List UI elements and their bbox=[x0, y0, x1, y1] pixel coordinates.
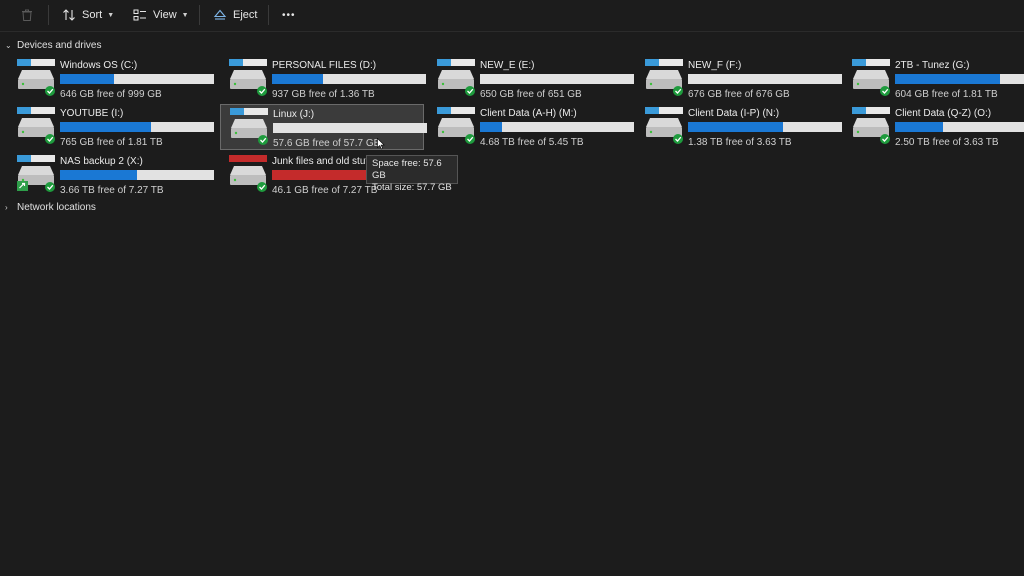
hard-drive-icon bbox=[230, 108, 268, 145]
hard-drive-icon bbox=[437, 59, 475, 96]
drive-name: Linux (J:) bbox=[273, 109, 315, 120]
sort-label: Sort bbox=[82, 9, 103, 21]
chevron-down-icon: ▼ bbox=[181, 11, 189, 19]
drive-usage-fill bbox=[480, 122, 502, 132]
drive-name: PERSONAL FILES (D:) bbox=[272, 60, 377, 71]
drive-usage-bar bbox=[60, 170, 214, 180]
drive-usage-bar bbox=[60, 74, 214, 84]
view-label: View bbox=[153, 9, 177, 21]
drive-item[interactable]: 2TB - Tunez (G:) 604 GB free of 1.81 TB bbox=[843, 56, 1024, 102]
drive-free-space: 646 GB free of 999 GB bbox=[60, 89, 162, 100]
hard-drive-icon bbox=[17, 59, 55, 96]
drive-free-space: 57.6 GB free of 57.7 GB bbox=[273, 138, 381, 149]
trash-icon bbox=[22, 9, 32, 21]
drive-usage-fill bbox=[895, 74, 1000, 84]
drive-free-space: 1.38 TB free of 3.63 TB bbox=[688, 137, 792, 148]
toolbar-divider bbox=[199, 5, 200, 25]
drive-name: Client Data (A-H) (M:) bbox=[480, 108, 577, 119]
delete-button[interactable] bbox=[20, 4, 34, 26]
tooltip-total-size: Total size: 57.7 GB bbox=[372, 182, 452, 193]
drive-free-space: 46.1 GB free of 7.27 TB bbox=[272, 185, 378, 196]
drive-name: NAS backup 2 (X:) bbox=[60, 156, 143, 167]
hard-drive-icon bbox=[852, 107, 890, 144]
more-options-button[interactable]: ••• bbox=[282, 4, 296, 26]
toolbar-divider bbox=[48, 5, 49, 25]
drive-name: Windows OS (C:) bbox=[60, 60, 138, 71]
drive-free-space: 650 GB free of 651 GB bbox=[480, 89, 582, 100]
drive-name: 2TB - Tunez (G:) bbox=[895, 60, 970, 71]
network-section-label: Network locations bbox=[17, 202, 96, 213]
mouse-cursor-icon bbox=[377, 138, 385, 150]
command-bar: Sort ▼ View ▼ Eject ••• bbox=[0, 0, 1024, 32]
drive-free-space: 765 GB free of 1.81 TB bbox=[60, 137, 163, 148]
view-icon bbox=[133, 9, 146, 21]
drive-usage-bar bbox=[895, 122, 1024, 132]
drive-usage-fill bbox=[60, 74, 114, 84]
drive-item[interactable]: PERSONAL FILES (D:) 937 GB free of 1.36 T… bbox=[220, 56, 426, 102]
drive-usage-bar bbox=[480, 74, 634, 84]
hard-drive-icon bbox=[645, 107, 683, 144]
hard-drive-icon bbox=[437, 107, 475, 144]
drive-item[interactable]: NAS backup 2 (X:) 3.66 TB free of 7.27 TB bbox=[8, 152, 214, 198]
drive-usage-bar bbox=[272, 74, 426, 84]
drive-item[interactable]: YOUTUBE (I:) 765 GB free of 1.81 TB bbox=[8, 104, 214, 150]
hard-drive-icon bbox=[852, 59, 890, 96]
drive-item[interactable]: Client Data (A-H) (M:) 4.68 TB free of 5.… bbox=[428, 104, 634, 150]
drive-name: YOUTUBE (I:) bbox=[60, 108, 124, 119]
drive-item[interactable]: NEW_F (F:) 676 GB free of 676 GB bbox=[636, 56, 842, 102]
drive-name: Client Data (I-P) (N:) bbox=[688, 108, 780, 119]
drive-usage-fill bbox=[895, 122, 943, 132]
network-drive-icon bbox=[17, 155, 55, 192]
drive-name: NEW_F (F:) bbox=[688, 60, 742, 71]
drive-item[interactable]: Linux (J:) 57.6 GB free of 57.7 GB bbox=[220, 104, 427, 150]
drive-usage-bar bbox=[60, 122, 214, 132]
chevron-right-icon: › bbox=[5, 203, 8, 212]
drive-name: Junk files and old stuff ( bbox=[272, 156, 377, 167]
drive-item[interactable]: Client Data (I-P) (N:) 1.38 TB free of 3.… bbox=[636, 104, 842, 150]
hard-drive-icon bbox=[229, 155, 267, 192]
drive-free-space: 676 GB free of 676 GB bbox=[688, 89, 790, 100]
sort-icon bbox=[63, 9, 75, 21]
hard-drive-icon bbox=[645, 59, 683, 96]
drive-free-space: 2.50 TB free of 3.63 TB bbox=[895, 137, 999, 148]
drive-item[interactable]: Client Data (Q-Z) (O:) 2.50 TB free of 3.… bbox=[843, 104, 1024, 150]
drive-usage-fill bbox=[688, 122, 784, 132]
drive-name: Client Data (Q-Z) (O:) bbox=[895, 108, 992, 119]
drive-usage-bar bbox=[480, 122, 634, 132]
devices-section-label: Devices and drives bbox=[17, 40, 102, 51]
chevron-down-icon: ▼ bbox=[107, 11, 115, 19]
eject-icon bbox=[213, 9, 227, 20]
drive-usage-bar bbox=[688, 122, 842, 132]
sort-button[interactable]: Sort ▼ bbox=[62, 4, 114, 26]
drive-free-space: 604 GB free of 1.81 TB bbox=[895, 89, 998, 100]
chevron-down-icon: ⌄ bbox=[5, 41, 12, 50]
view-button[interactable]: View ▼ bbox=[133, 4, 189, 26]
eject-label: Eject bbox=[233, 9, 258, 21]
devices-section-header[interactable]: ⌄ Devices and drives bbox=[5, 40, 101, 51]
eject-button[interactable]: Eject bbox=[213, 4, 257, 26]
drive-free-space: 3.66 TB free of 7.27 TB bbox=[60, 185, 164, 196]
drive-usage-bar bbox=[273, 123, 427, 133]
drive-name: NEW_E (E:) bbox=[480, 60, 535, 71]
drive-item[interactable]: Windows OS (C:) 646 GB free of 999 GB bbox=[8, 56, 214, 102]
drive-usage-fill bbox=[60, 122, 151, 132]
tooltip-space-free: Space free: 57.6 GB bbox=[372, 158, 442, 181]
hard-drive-icon bbox=[229, 59, 267, 96]
hard-drive-icon bbox=[17, 107, 55, 144]
drive-usage-fill bbox=[60, 170, 137, 180]
drive-usage-fill bbox=[272, 74, 323, 84]
more-icon: ••• bbox=[282, 9, 296, 21]
drive-item[interactable]: NEW_E (E:) 650 GB free of 651 GB bbox=[428, 56, 634, 102]
network-section-header[interactable]: › Network locations bbox=[5, 202, 96, 213]
drive-tooltip: Space free: 57.6 GB Total size: 57.7 GB bbox=[366, 155, 458, 193]
drive-free-space: 937 GB free of 1.36 TB bbox=[272, 89, 375, 100]
drive-usage-bar bbox=[895, 74, 1024, 84]
toolbar-divider bbox=[268, 5, 269, 25]
drive-usage-bar bbox=[688, 74, 842, 84]
drive-free-space: 4.68 TB free of 5.45 TB bbox=[480, 137, 584, 148]
